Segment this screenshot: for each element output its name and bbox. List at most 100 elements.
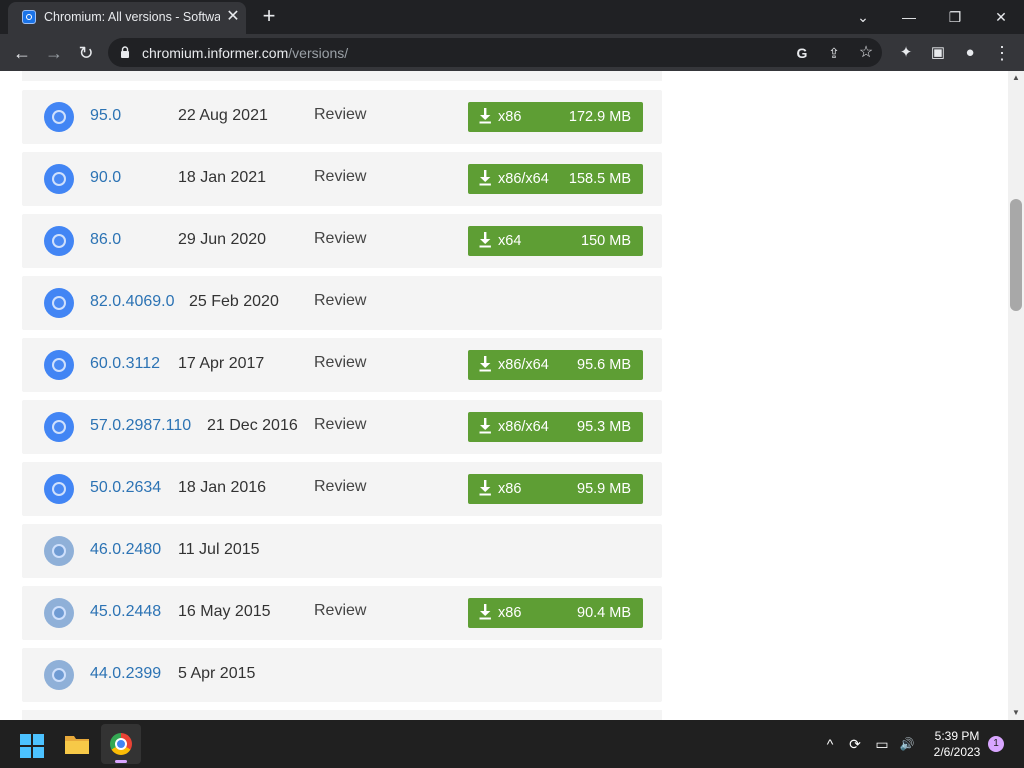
version-link[interactable]: 45.0.2448 — [90, 603, 161, 621]
tab-title: Chromium: All versions - Software Inform… — [44, 10, 220, 24]
chrome-icon — [110, 733, 132, 755]
version-row: 82.0.4069.0 25 Feb 2020 Review — [22, 276, 662, 330]
minimize-button[interactable]: — — [886, 4, 932, 30]
version-link[interactable]: 46.0.2480 — [90, 541, 161, 559]
review-link[interactable]: Review — [314, 416, 366, 434]
site-favicon-icon — [22, 10, 36, 24]
windows-start-icon[interactable] — [20, 734, 44, 758]
new-tab-button[interactable]: + — [258, 5, 280, 28]
download-button[interactable]: x86 95.9 MB — [468, 474, 643, 504]
download-arrow-icon — [479, 232, 491, 248]
download-button[interactable]: x64 150 MB — [468, 226, 643, 256]
scroll-down-arrow-icon[interactable]: ▼ — [1008, 706, 1024, 720]
browser-toolbar: ← → ↻ chromium.informer.com/versions/ G … — [0, 34, 1024, 71]
version-row: 60.0.3112 17 Apr 2017 Review x86/x64 95.6 MB — [22, 338, 662, 392]
download-arch: x86 — [498, 109, 522, 125]
tab-search-chevron-icon[interactable]: ⌄ — [840, 4, 886, 30]
version-link[interactable]: 82.0.4069.0 — [90, 293, 175, 311]
version-link[interactable]: 44.0.2399 — [90, 665, 161, 683]
version-link[interactable]: 95.0 — [90, 107, 121, 125]
review-link[interactable]: Review — [314, 106, 366, 124]
restore-button[interactable]: ❐ — [932, 4, 978, 30]
download-size: 158.5 MB — [568, 171, 631, 187]
chrome-menu-icon[interactable]: ⋮ — [991, 42, 1013, 64]
clock-time: 5:39 PM — [934, 729, 980, 743]
review-link[interactable]: Review — [314, 478, 366, 496]
release-date: 18 Jan 2021 — [178, 169, 267, 186]
file-explorer-icon[interactable] — [64, 733, 90, 755]
url-path: /versions/ — [288, 45, 349, 61]
download-button[interactable]: x86 90.4 MB — [468, 598, 643, 628]
download-arrow-icon — [479, 418, 491, 434]
profile-icon[interactable]: ● — [959, 42, 981, 64]
bookmark-star-icon[interactable]: ☆ — [856, 43, 876, 63]
release-date: 17 Apr 2017 — [178, 355, 265, 372]
chromium-icon — [44, 536, 74, 566]
review-link[interactable]: Review — [314, 602, 366, 620]
scrollbar-thumb[interactable] — [1010, 199, 1022, 311]
chromium-icon — [44, 164, 74, 194]
download-button[interactable]: x86/x64 95.6 MB — [468, 350, 643, 380]
version-link[interactable]: 90.0 — [90, 169, 121, 187]
page-scrollbar[interactable]: ▲ ▼ — [1008, 71, 1024, 720]
download-arrow-icon — [479, 170, 491, 186]
back-button[interactable]: ← — [9, 40, 35, 66]
review-link[interactable]: Review — [314, 354, 366, 372]
forward-button[interactable]: → — [41, 40, 67, 66]
download-arrow-icon — [479, 356, 491, 372]
active-app-indicator — [115, 760, 127, 763]
google-lens-icon[interactable]: G — [792, 43, 812, 63]
notification-badge[interactable]: 1 — [988, 736, 1004, 752]
clock-date: 2/6/2023 — [933, 745, 981, 759]
version-link[interactable]: 50.0.2634 — [90, 479, 161, 497]
page-content: 95.0 22 Aug 2021 Review x86 172.9 MB 90.0 18 J… — [0, 71, 1008, 720]
download-size: 95.9 MB — [577, 481, 631, 497]
version-row: 90.0 18 Jan 2021 Review x86/x64 158.5 MB — [22, 152, 662, 206]
chrome-taskbar-button[interactable] — [101, 724, 141, 764]
tab-close-icon[interactable]: ✕ — [224, 8, 242, 26]
share-icon[interactable]: ⇪ — [824, 43, 844, 63]
onedrive-sync-icon[interactable]: ⟳ — [845, 734, 865, 754]
lock-icon[interactable] — [120, 46, 130, 58]
address-bar[interactable]: chromium.informer.com/versions/ G ⇪ ☆ — [108, 38, 882, 67]
network-icon[interactable]: ▭ — [872, 734, 892, 754]
download-button[interactable]: x86/x64 158.5 MB — [468, 164, 643, 194]
review-link[interactable]: Review — [314, 230, 366, 248]
download-size: 90.4 MB — [577, 605, 631, 621]
version-link[interactable]: 60.0.3112 — [90, 355, 160, 373]
extensions-icon[interactable]: ✦ — [895, 42, 917, 64]
download-size: 172.9 MB — [568, 109, 631, 125]
url-host: chromium.informer.com — [142, 45, 289, 61]
chromium-icon — [44, 412, 74, 442]
reload-button[interactable]: ↻ — [73, 40, 99, 66]
chromium-icon — [44, 288, 74, 318]
release-date: 22 Aug 2021 — [178, 107, 268, 124]
version-row: 44.0.2399 5 Apr 2015 — [22, 648, 662, 702]
download-arch: x86/x64 — [498, 419, 549, 435]
version-row: 95.0 22 Aug 2021 Review x86 172.9 MB — [22, 90, 662, 144]
version-row-partial — [22, 71, 662, 81]
volume-icon[interactable]: 🔊 — [897, 734, 917, 754]
download-arrow-icon — [479, 604, 491, 620]
download-arch: x86 — [498, 481, 522, 497]
chromium-icon — [44, 102, 74, 132]
scroll-up-arrow-icon[interactable]: ▲ — [1008, 71, 1024, 85]
version-link[interactable]: 57.0.2987.110 — [90, 417, 191, 435]
download-button[interactable]: x86 172.9 MB — [468, 102, 643, 132]
version-link[interactable]: 86.0 — [90, 231, 121, 249]
chromium-icon — [44, 226, 74, 256]
version-row: 86.0 29 Jun 2020 Review x64 150 MB — [22, 214, 662, 268]
review-link[interactable]: Review — [314, 168, 366, 186]
close-window-button[interactable]: ✕ — [978, 4, 1024, 30]
system-clock[interactable]: 5:39 PM 2/6/2023 — [926, 728, 988, 760]
side-panel-icon[interactable]: ▣ — [927, 42, 949, 64]
chromium-icon — [44, 660, 74, 690]
url-text[interactable]: chromium.informer.com/versions/ — [142, 45, 348, 61]
release-date: 18 Jan 2016 — [178, 479, 267, 496]
review-link[interactable]: Review — [314, 292, 366, 310]
browser-tab-active[interactable]: Chromium: All versions - Software Inform… — [8, 2, 246, 34]
tray-chevron-icon[interactable]: ^ — [820, 734, 840, 754]
version-row: 46.0.2480 11 Jul 2015 — [22, 524, 662, 578]
title-bar: Chromium: All versions - Software Inform… — [0, 0, 1024, 34]
download-button[interactable]: x86/x64 95.3 MB — [468, 412, 643, 442]
